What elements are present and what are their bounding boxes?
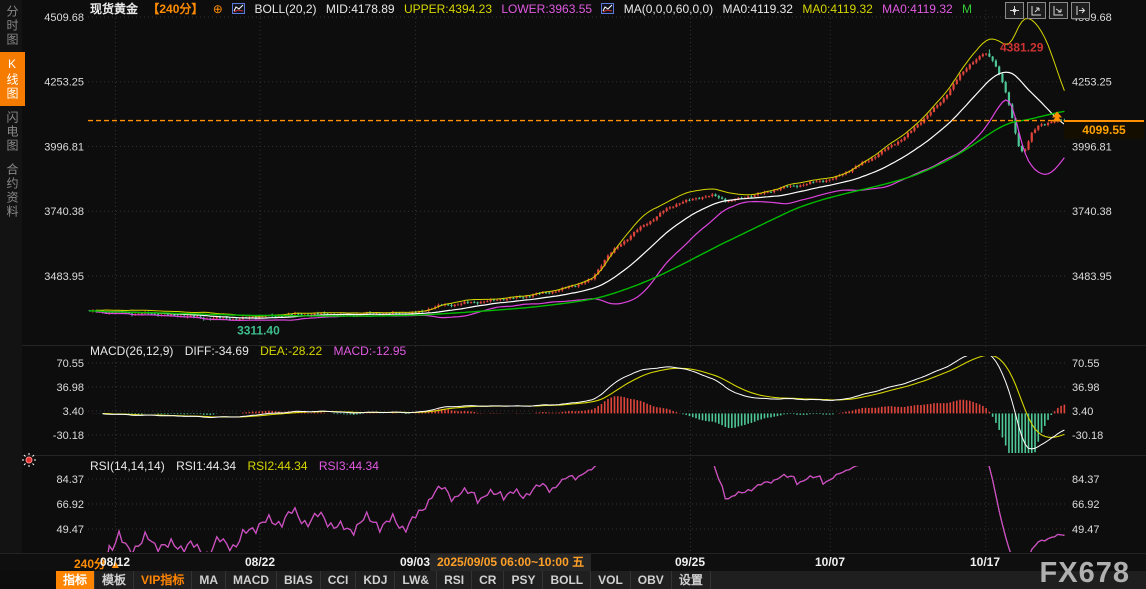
macd-params-label: MACD(26,12,9) xyxy=(90,344,173,358)
boll-label: BOLL(20,2) xyxy=(254,2,316,16)
y-axis-tick: 70.55 xyxy=(56,358,84,370)
zoom-horizontal-icon[interactable] xyxy=(1049,2,1068,19)
tab-rsi[interactable]: RSI xyxy=(437,571,472,589)
y-axis-tick: 70.55 xyxy=(1072,358,1100,370)
tab-template[interactable]: 模板 xyxy=(95,571,134,589)
selected-candle-time: 2025/09/05 06:00~10:00 五 xyxy=(430,554,591,571)
boll-indicator-icon[interactable] xyxy=(232,2,245,19)
high-price-marker: 4381.29 xyxy=(1000,40,1044,54)
sidebar-item-contract-info[interactable]: 合约资料 xyxy=(0,158,25,224)
rsi2-value: RSI2:44.34 xyxy=(247,459,307,473)
sidebar-item-kline-chart[interactable]: K线图 xyxy=(0,52,25,106)
x-axis-date: 09/03 xyxy=(400,555,430,569)
y-axis-tick: 3996.81 xyxy=(44,141,84,153)
x-axis-date: 08/22 xyxy=(245,555,275,569)
sidebar-item-time-chart[interactable]: 分时图 xyxy=(0,0,25,52)
ma0-white-value: MA0:4119.32 xyxy=(722,2,793,16)
x-axis-date: 09/25 xyxy=(675,555,705,569)
ma0-yellow-value: MA0:4119.32 xyxy=(802,2,873,16)
y-axis-tick: 84.37 xyxy=(1072,474,1100,486)
y-axis-tick: 36.98 xyxy=(56,382,84,394)
y-axis-tick: 4509.68 xyxy=(44,12,84,24)
boll-lower-line xyxy=(96,100,1064,320)
y-axis-tick: 3740.38 xyxy=(44,206,84,218)
zoom-vertical-icon[interactable] xyxy=(1027,2,1046,19)
ma-label: MA(0,0,0,60,0,0) xyxy=(624,2,713,16)
macd-header: MACD(26,12,9) DIFF:-34.69 DEA:-28.22 MAC… xyxy=(90,344,414,358)
rsi1-value: RSI1:44.34 xyxy=(176,459,236,473)
y-axis-tick: 49.47 xyxy=(56,524,84,536)
pan-right-icon[interactable] xyxy=(1071,2,1090,19)
tab-vip-indicator[interactable]: VIP指标 xyxy=(134,571,192,589)
macd-dea-line xyxy=(103,355,1065,437)
current-price-label: 4099.55 xyxy=(1064,120,1144,139)
tab-psy[interactable]: PSY xyxy=(504,571,543,589)
y-axis-tick: 66.92 xyxy=(1072,499,1100,511)
chart-header: 现货黄金 【240分】 ⊕ BOLL(20,2) MID:4178.89 UPP… xyxy=(90,1,978,18)
boll-lower-value: LOWER:3963.55 xyxy=(501,2,592,16)
y-axis-tick: 4253.25 xyxy=(44,77,84,89)
boll-upper-line xyxy=(96,19,1064,317)
y-axis-tick: 36.98 xyxy=(1072,382,1100,394)
low-price-marker: 3311.40 xyxy=(237,324,280,338)
y-axis-tick: 3740.38 xyxy=(1072,206,1112,218)
time-axis: 240分 ▲ 08/12 08/22 09/03 09/25 10/07 10/… xyxy=(0,553,1146,572)
y-axis-tick: 3483.95 xyxy=(44,271,84,283)
macd-dea-value: DEA:-28.22 xyxy=(260,344,322,358)
sidebar: 分时图 K线图 闪电图 合约资料 xyxy=(0,0,22,553)
watermark: FX678 xyxy=(1040,557,1130,589)
tab-settings[interactable]: 设置 xyxy=(672,571,711,589)
boll-mid-line xyxy=(96,72,1064,318)
ma60-line xyxy=(90,111,1065,316)
main-pane: 4381.29 3311.40 xyxy=(89,19,1066,338)
chart-tool-icons xyxy=(1005,2,1090,19)
rsi3-value: RSI3:44.34 xyxy=(319,459,379,473)
tab-ma[interactable]: MA xyxy=(192,571,226,589)
tab-vol[interactable]: VOL xyxy=(591,571,631,589)
ma-m-label: M xyxy=(962,2,972,16)
macd-diff-value: DIFF:-34.69 xyxy=(185,344,249,358)
x-axis-date: 10/17 xyxy=(970,555,1000,569)
tab-bias[interactable]: BIAS xyxy=(277,571,321,589)
x-axis-date: 10/07 xyxy=(815,555,845,569)
y-axis-tick: 3.40 xyxy=(1072,406,1093,418)
tab-cr[interactable]: CR xyxy=(472,571,504,589)
period-label: 【240分】 xyxy=(147,2,203,16)
tab-indicator[interactable]: 指标 xyxy=(56,571,95,589)
bottom-toolbar: 指标 模板 VIP指标 MA MACD BIAS CCI KDJ LW& RSI… xyxy=(0,571,1146,589)
x-axis-date: 08/12 xyxy=(100,555,130,569)
boll-upper-value: UPPER:4394.23 xyxy=(404,2,492,16)
tab-macd[interactable]: MACD xyxy=(226,571,277,589)
y-axis-tick: 3483.95 xyxy=(1072,271,1112,283)
symbol-name: 现货黄金 xyxy=(90,2,138,16)
boll-mid-value: MID:4178.89 xyxy=(326,2,395,16)
y-axis-tick: 3.40 xyxy=(63,406,84,418)
ma0-magenta-value: MA0:4119.32 xyxy=(882,2,953,16)
y-axis-tick: 49.47 xyxy=(1072,524,1100,536)
tab-kdj[interactable]: KDJ xyxy=(356,571,395,589)
candles-layer xyxy=(89,49,1066,320)
tab-obv[interactable]: OBV xyxy=(631,571,672,589)
toolbar-spacer xyxy=(0,571,56,589)
y-axis-tick: 3996.81 xyxy=(1072,141,1112,153)
expand-icon[interactable]: ⊕ xyxy=(213,2,223,16)
pan-tool-icon[interactable] xyxy=(1005,2,1024,19)
macd-diff-line xyxy=(103,352,1065,449)
alert-icon[interactable] xyxy=(21,452,37,473)
ma-indicator-icon[interactable] xyxy=(601,2,614,19)
y-axis-tick: 66.92 xyxy=(56,499,84,511)
rsi-header: RSI(14,14,14) RSI1:44.34 RSI2:44.34 RSI3… xyxy=(90,459,387,473)
y-axis-tick: -30.18 xyxy=(1072,430,1103,442)
tab-cci[interactable]: CCI xyxy=(321,571,357,589)
app-window: 4509.684509.684253.254253.253996.813996.… xyxy=(0,0,1146,589)
macd-hist-value: MACD:-12.95 xyxy=(333,344,406,358)
y-axis-tick: -30.18 xyxy=(53,430,84,442)
rsi-params-label: RSI(14,14,14) xyxy=(90,459,165,473)
y-axis-tick: 4253.25 xyxy=(1072,77,1112,89)
tab-lwr[interactable]: LW& xyxy=(395,571,437,589)
y-axis-tick: 84.37 xyxy=(56,474,84,486)
tab-boll[interactable]: BOLL xyxy=(543,571,591,589)
sidebar-item-lightning-chart[interactable]: 闪电图 xyxy=(0,106,25,158)
